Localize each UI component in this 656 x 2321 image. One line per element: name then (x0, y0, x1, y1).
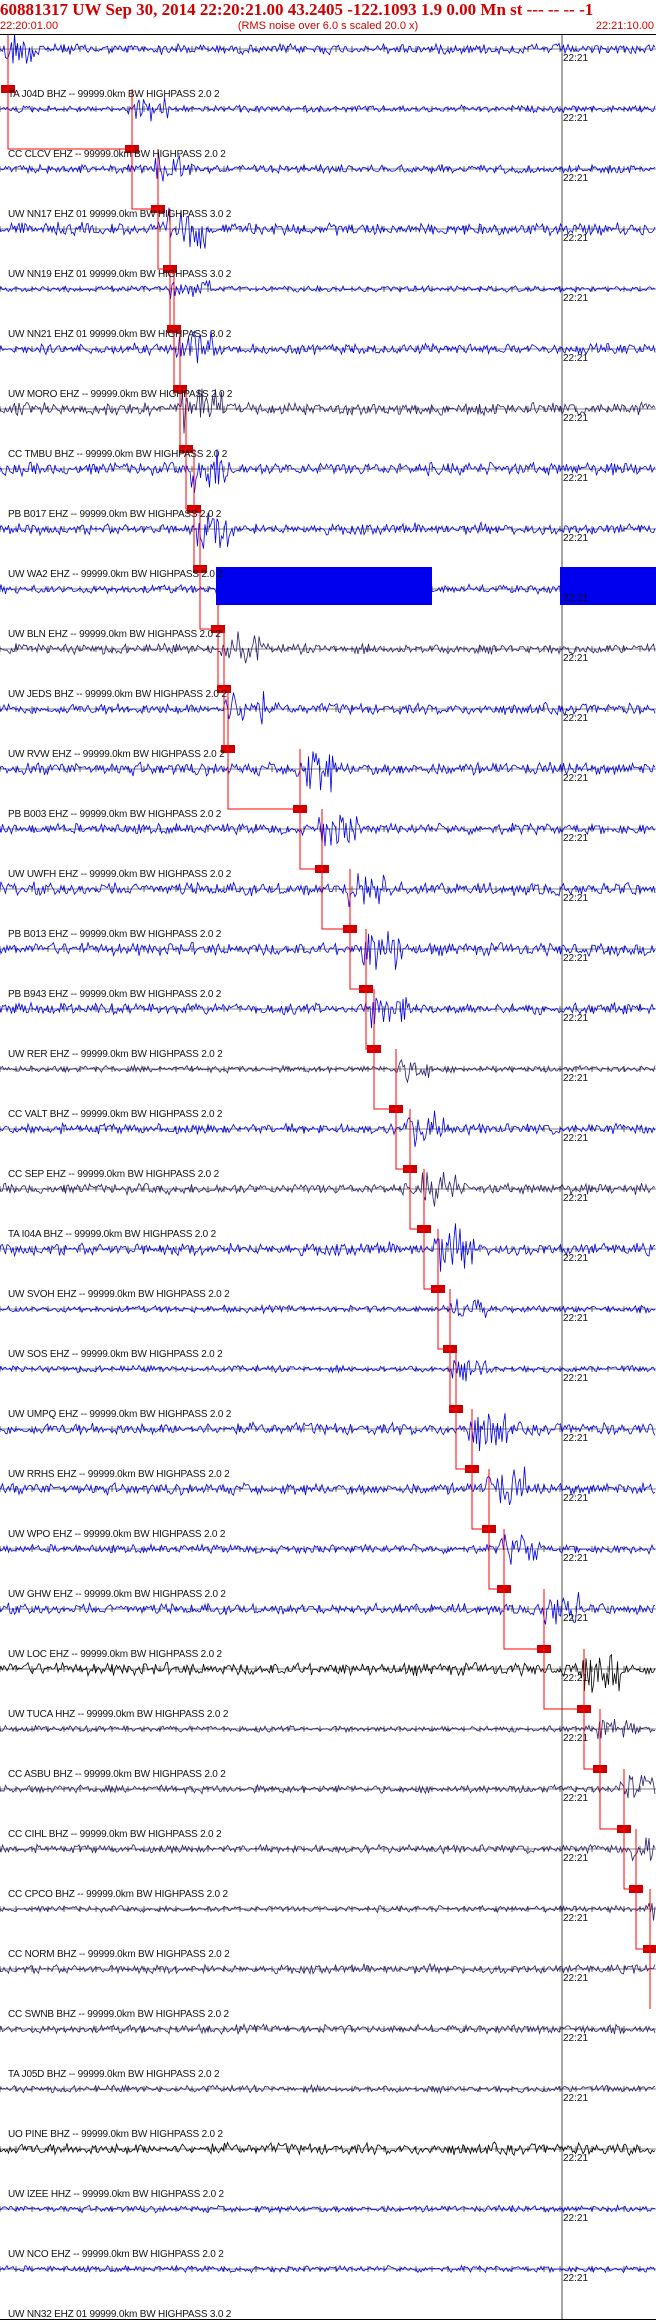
minute-mark-label: 22:21 (563, 1253, 589, 1264)
trace-label: PB B017 EHZ -- 99999.0km BW HIGHPASS 2.0… (8, 509, 222, 520)
trace-label: UW SOS EHZ -- 99999.0km BW HIGHPASS 2.0 … (8, 1349, 223, 1360)
minute-mark-label: 22:21 (563, 1553, 589, 1564)
minute-mark-label: 22:21 (563, 1313, 589, 1324)
trace-label: TA J04D BHZ -- 99999.0km BW HIGHPASS 2.0… (8, 89, 220, 100)
minute-mark-label: 22:21 (563, 173, 589, 184)
trace-label: UW TUCA HHZ -- 99999.0km BW HIGHPASS 2.0… (8, 1709, 229, 1720)
trace-label: UW WPO EHZ -- 99999.0km BW HIGHPASS 2.0 … (8, 1529, 226, 1540)
minute-mark-label: 22:21 (563, 2093, 589, 2104)
minute-mark-label: 22:21 (563, 1733, 589, 1744)
trace-label: UW UMPQ EHZ -- 99999.0km BW HIGHPASS 2.0… (8, 1409, 232, 1420)
minute-mark-label: 22:21 (563, 2153, 589, 2164)
time-ticks (0, 1486, 641, 1492)
minute-mark-label: 22:21 (563, 893, 589, 904)
minute-mark-label: 22:21 (563, 233, 589, 244)
waveform (0, 1837, 656, 1862)
clipped-signal (216, 567, 432, 605)
trace-label: UW RVW EHZ -- 99999.0km BW HIGHPASS 2.0 … (8, 749, 225, 760)
minute-mark-label: 22:21 (563, 2213, 589, 2224)
plot-header: 60881317 UW Sep 30, 2014 22:20:21.00 43.… (0, 0, 656, 34)
trace-label: CC CLCV EHZ -- 99999.0km BW HIGHPASS 2.0… (8, 149, 226, 160)
minute-mark-label: 22:21 (563, 1073, 589, 1084)
trace-label: PB B943 EHZ -- 99999.0km BW HIGHPASS 2.0… (8, 989, 222, 1000)
minute-mark-label: 22:21 (563, 53, 589, 64)
trace-label: TA J05D BHZ -- 99999.0km BW HIGHPASS 2.0… (8, 2069, 220, 2080)
waveform (0, 1359, 656, 1382)
waveform (0, 279, 656, 300)
trace-label: CC SWNB BHZ -- 99999.0km BW HIGHPASS 2.0… (8, 2009, 229, 2020)
trace-label: UW MORO EHZ -- 99999.0km BW HIGHPASS 2.0… (8, 389, 233, 400)
trace-label: UW GHW EHZ -- 99999.0km BW HIGHPASS 2.0 … (8, 1589, 226, 1600)
minute-mark-label: 22:21 (563, 473, 589, 484)
minute-mark-label: 22:21 (563, 1133, 589, 1144)
trace-label: CC SEP EHZ -- 99999.0km BW HIGHPASS 2.0 … (8, 1169, 219, 1180)
waveform (0, 1298, 656, 1318)
trace-label: UW UWFH EHZ -- 99999.0km BW HIGHPASS 2.0… (8, 869, 232, 880)
minute-mark-label: 22:21 (563, 1913, 589, 1924)
waveform (0, 2141, 656, 2157)
trace-label: CC VALT BHZ -- 99999.0km BW HIGHPASS 2.0… (8, 1109, 223, 1120)
minute-mark-label: 22:21 (563, 1613, 589, 1624)
trace-label: UW SVOH EHZ -- 99999.0km BW HIGHPASS 2.0… (8, 1289, 230, 1300)
trace-label: CC CIHL BHZ -- 99999.0km BW HIGHPASS 2.0… (8, 1829, 222, 1840)
trace-label: PB B013 EHZ -- 99999.0km BW HIGHPASS 2.0… (8, 929, 222, 940)
trace-label: UW LOC EHZ -- 99999.0km BW HIGHPASS 2.0 … (8, 1649, 222, 1660)
minute-mark-label: 22:21 (563, 1493, 589, 1504)
trace-label: TA I04A BHZ -- 99999.0km BW HIGHPASS 2.0… (8, 1229, 216, 1240)
minute-mark-label: 22:21 (563, 653, 589, 664)
trace-label: UO PINE BHZ -- 99999.0km BW HIGHPASS 2.0… (8, 2129, 223, 2140)
waveform (0, 1903, 656, 1921)
event-title: 60881317 UW Sep 30, 2014 22:20:21.00 43.… (0, 0, 594, 19)
minute-mark-label: 22:21 (563, 773, 589, 784)
trace-label: UW WA2 EHZ -- 99999.0km BW HIGHPASS 2.0 … (8, 569, 223, 580)
seismogram-panel: TA J04D BHZ -- 99999.0km BW HIGHPASS 2.0… (0, 34, 656, 2320)
end-time: 22:21:10.00 (595, 20, 654, 32)
minute-mark-label: 22:21 (563, 2273, 589, 2284)
trace-label: UW NCO EHZ -- 99999.0km BW HIGHPASS 2.0 … (8, 2249, 224, 2260)
minute-mark-label: 22:21 (563, 1973, 589, 1984)
trace-label: UW RER EHZ -- 99999.0km BW HIGHPASS 2.0 … (8, 1049, 223, 1060)
trace-label: UW BLN EHZ -- 99999.0km BW HIGHPASS 2.0 … (8, 629, 221, 640)
minute-mark-label: 22:21 (563, 713, 589, 724)
minute-mark-label: 22:21 (563, 533, 589, 544)
trace-label: UW NN21 EHZ 01 99999.0km BW HIGHPASS 3.0… (8, 329, 232, 340)
trace-label: UW JEDS BHZ -- 99999.0km BW HIGHPASS 2.0… (8, 689, 227, 700)
trace-label: CC TMBU BHZ -- 99999.0km BW HIGHPASS 2.0… (8, 449, 228, 460)
trace-label: CC ASBU BHZ -- 99999.0km BW HIGHPASS 2.0… (8, 1769, 226, 1780)
minute-mark-label: 22:21 (563, 413, 589, 424)
minute-mark-label: 22:21 (563, 1673, 589, 1684)
minute-mark-label: 22:21 (563, 353, 589, 364)
trace-label: CC CPCO BHZ -- 99999.0km BW HIGHPASS 2.0… (8, 1889, 228, 1900)
trace-label: CC NORM BHZ -- 99999.0km BW HIGHPASS 2.0… (8, 1949, 230, 1960)
trace-label: UW IZEE HHZ -- 99999.0km BW HIGHPASS 2.0… (8, 2189, 224, 2200)
minute-mark-label: 22:21 (563, 1373, 589, 1384)
minute-mark-label: 22:21 (563, 2033, 589, 2044)
trace-label: UW NN32 EHZ 01 99999.0km BW HIGHPASS 3.0… (8, 2309, 232, 2320)
trace-label: UW NN19 EHZ 01 99999.0km BW HIGHPASS 3.0… (8, 269, 232, 280)
minute-mark-label: 22:21 (563, 1433, 589, 1444)
minute-mark-label: 22:21 (563, 953, 589, 964)
rms-note: (RMS noise over 6.0 s scaled 20.0 x) (237, 20, 419, 32)
minute-mark-label: 22:21 (563, 833, 589, 844)
minute-mark-label: 22:21 (563, 1793, 589, 1804)
waveform (0, 997, 656, 1029)
waveform (0, 1058, 656, 1084)
minute-mark-label: 22:21 (563, 293, 589, 304)
trace-label: UW RRHS EHZ -- 99999.0km BW HIGHPASS 2.0… (8, 1469, 230, 1480)
minute-mark-label: 22:21 (563, 593, 589, 604)
minute-mark-label: 22:21 (563, 1853, 589, 1864)
trace-label: UW NN17 EHZ 01 99999.0km BW HIGHPASS 3.0… (8, 209, 232, 220)
minute-mark-label: 22:21 (563, 1013, 589, 1024)
minute-mark-label: 22:21 (563, 1193, 589, 1204)
trace-label: PB B003 EHZ -- 99999.0km BW HIGHPASS 2.0… (8, 809, 222, 820)
minute-mark-label: 22:21 (563, 113, 589, 124)
